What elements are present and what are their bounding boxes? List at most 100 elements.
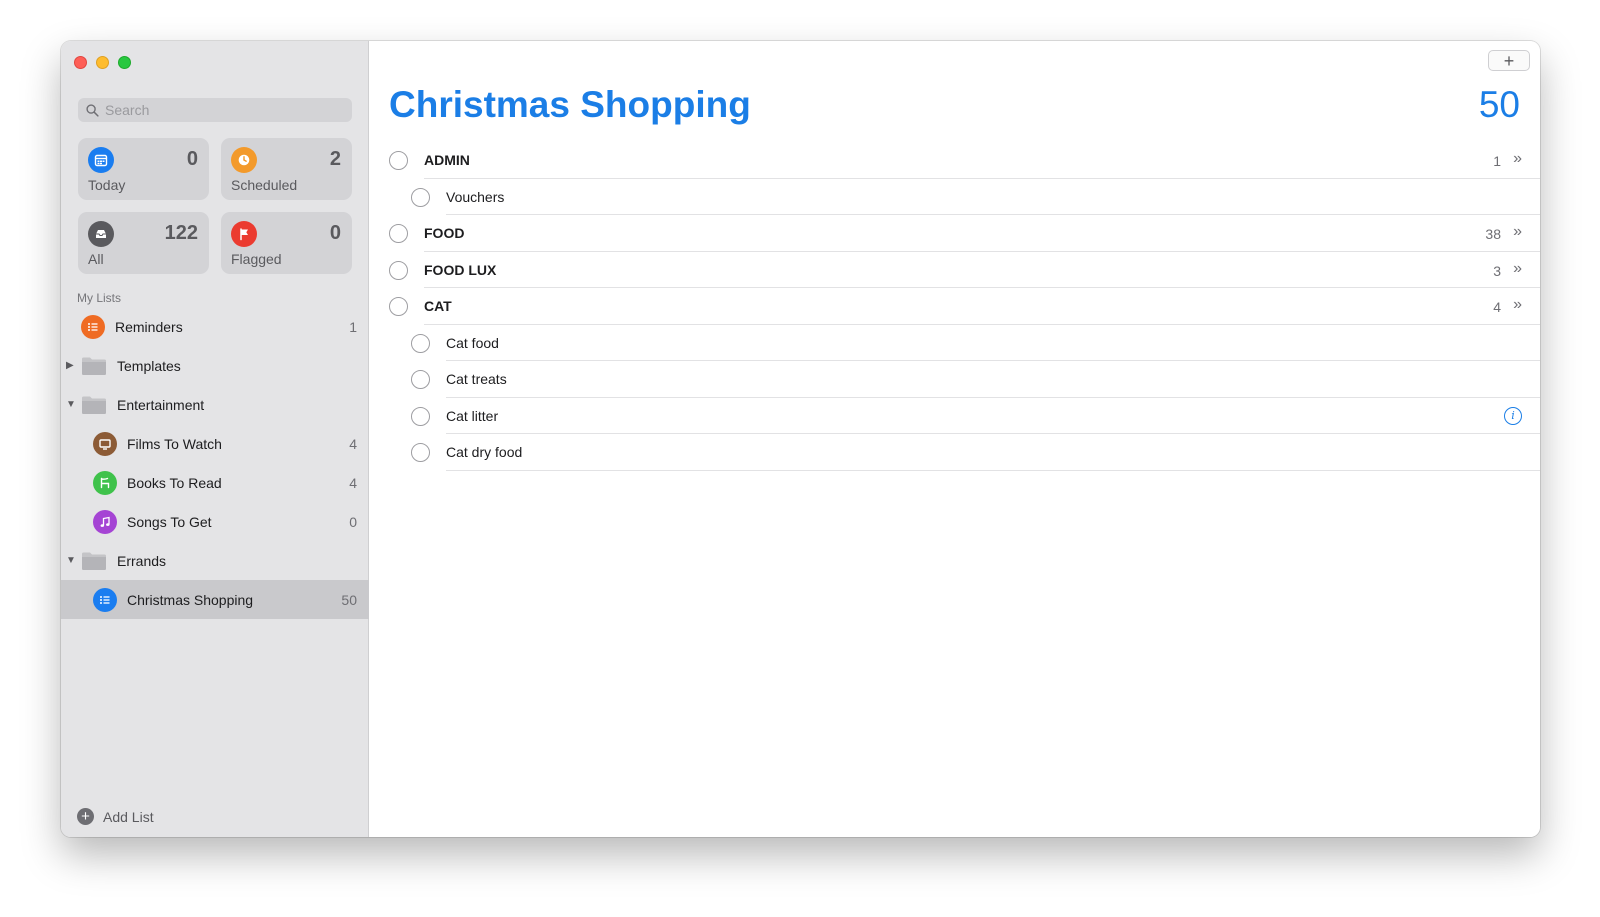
sidebar-item-christmas-shopping[interactable]: Christmas Shopping 50 [61, 580, 369, 619]
sidebar-item-label: Songs To Get [127, 513, 212, 530]
completion-checkbox[interactable] [389, 151, 408, 170]
add-circle-icon: + [77, 808, 94, 825]
reminder-group-row[interactable]: FOOD LUX 3 » [370, 252, 1540, 288]
reminder-title[interactable]: Cat treats [446, 371, 507, 387]
all-count: 122 [164, 222, 198, 244]
reminder-row[interactable]: Cat food [370, 325, 1540, 361]
smart-list-scheduled[interactable]: 2 Scheduled [221, 138, 352, 200]
reminder-title[interactable]: Vouchers [446, 189, 504, 205]
reminder-title[interactable]: FOOD [424, 225, 464, 241]
completion-checkbox[interactable] [411, 370, 430, 389]
disclosure-down-icon[interactable]: ▼ [66, 399, 78, 410]
list-count: 50 [1478, 84, 1520, 125]
search-input[interactable] [105, 102, 345, 118]
new-reminder-button[interactable]: + [1488, 50, 1530, 71]
search-field[interactable] [78, 98, 352, 122]
subtask-count: 1 [1493, 153, 1501, 169]
sidebar-item-count: 4 [349, 435, 357, 452]
sidebar-item-count: 0 [349, 513, 357, 530]
reminder-row[interactable]: Cat treats [370, 361, 1540, 398]
chevron-double-right-icon[interactable]: » [1513, 260, 1522, 278]
reminder-title[interactable]: Cat food [446, 335, 499, 351]
completion-checkbox[interactable] [411, 406, 430, 426]
sidebar-item-count: 4 [349, 474, 357, 491]
flag-icon [231, 221, 257, 247]
minimize-window-button[interactable] [96, 56, 109, 69]
music-note-icon [93, 509, 117, 534]
sidebar-group-entertainment[interactable]: ▼ Entertainment [61, 385, 369, 424]
disclosure-down-icon[interactable]: ▼ [66, 555, 78, 566]
sidebar-item-label: Books To Read [127, 474, 222, 491]
calendar-icon [88, 147, 114, 173]
chair-icon [93, 470, 117, 495]
list-detail: + Christmas Shopping 50 ADMIN 1 » Vouche… [370, 41, 1540, 837]
sidebar-item-count: 1 [349, 318, 357, 335]
flagged-label: Flagged [231, 251, 282, 267]
my-lists-heading: My Lists [77, 291, 122, 305]
reminder-title[interactable]: Cat litter [446, 408, 498, 424]
today-label: Today [88, 177, 126, 193]
tray-icon [88, 221, 114, 247]
my-lists: Reminders 1 ▶ Templates ▼ Entertainment … [61, 307, 369, 619]
sidebar-item-songs-to-get[interactable]: Songs To Get 0 [61, 502, 369, 541]
info-icon[interactable]: i [1504, 406, 1522, 425]
smart-lists: 0 Today 2 Scheduled 122 All 0 Flagged [78, 138, 352, 274]
completion-checkbox[interactable] [389, 224, 408, 243]
reminder-rows: ADMIN 1 » Vouchers FOOD 38 » FOOD LUX 3 [370, 142, 1540, 471]
sidebar-item-films-to-watch[interactable]: Films To Watch 4 [61, 424, 369, 463]
smart-list-today[interactable]: 0 Today [78, 138, 209, 200]
list-bullet-icon [93, 587, 117, 612]
sidebar-item-label: Entertainment [117, 396, 205, 413]
sidebar-item-label: Reminders [115, 318, 183, 335]
reminder-title[interactable]: FOOD LUX [424, 262, 496, 278]
completion-checkbox[interactable] [411, 333, 430, 353]
reminder-group-row[interactable]: CAT 4 » [370, 288, 1540, 325]
row-divider [446, 469, 1540, 471]
sidebar-item-count: 50 [341, 591, 357, 608]
sidebar-item-books-to-read[interactable]: Books To Read 4 [61, 463, 369, 502]
today-count: 0 [186, 148, 198, 170]
completion-checkbox[interactable] [389, 260, 408, 280]
reminder-row[interactable]: Cat dry food [370, 434, 1540, 471]
scheduled-label: Scheduled [231, 177, 298, 193]
subtask-count: 4 [1493, 299, 1501, 315]
zoom-window-button[interactable] [118, 56, 131, 69]
reminder-title[interactable]: ADMIN [424, 152, 470, 168]
chevron-double-right-icon[interactable]: » [1513, 296, 1522, 314]
add-list-button[interactable]: + Add List [77, 808, 154, 825]
folder-icon [82, 396, 106, 414]
sidebar-item-label: Christmas Shopping [127, 591, 254, 608]
tv-icon [93, 431, 117, 456]
subtask-count: 38 [1485, 226, 1501, 242]
search-icon [86, 103, 99, 117]
chevron-double-right-icon[interactable]: » [1513, 150, 1522, 168]
smart-list-all[interactable]: 122 All [78, 212, 209, 274]
close-window-button[interactable] [74, 56, 87, 69]
chevron-double-right-icon[interactable]: » [1513, 223, 1522, 241]
completion-checkbox[interactable] [389, 297, 408, 316]
clock-icon [231, 147, 257, 173]
sidebar-item-reminders[interactable]: Reminders 1 [61, 307, 369, 346]
add-list-label: Add List [103, 808, 154, 825]
reminder-group-row[interactable]: ADMIN 1 » [370, 142, 1540, 179]
sidebar: 0 Today 2 Scheduled 122 All [61, 41, 369, 837]
sidebar-group-templates[interactable]: ▶ Templates [61, 346, 369, 385]
reminder-title[interactable]: CAT [424, 298, 452, 314]
window-controls [74, 56, 131, 69]
reminder-row[interactable]: Vouchers [370, 179, 1540, 215]
sidebar-item-label: Errands [117, 552, 167, 569]
disclosure-right-icon[interactable]: ▶ [66, 360, 78, 371]
list-title: Christmas Shopping [389, 84, 751, 125]
reminder-group-row[interactable]: FOOD 38 » [370, 215, 1540, 252]
completion-checkbox[interactable] [411, 443, 430, 462]
completion-checkbox[interactable] [411, 187, 430, 207]
smart-list-flagged[interactable]: 0 Flagged [221, 212, 352, 274]
sidebar-item-label: Films To Watch [127, 435, 222, 452]
folder-icon [82, 552, 106, 570]
flagged-count: 0 [329, 222, 341, 244]
sidebar-group-errands[interactable]: ▼ Errands [61, 541, 369, 580]
subtask-count: 3 [1493, 262, 1501, 279]
plus-icon: + [1503, 50, 1515, 71]
reminder-row[interactable]: Cat litter i [370, 398, 1540, 434]
reminder-title[interactable]: Cat dry food [446, 444, 522, 460]
